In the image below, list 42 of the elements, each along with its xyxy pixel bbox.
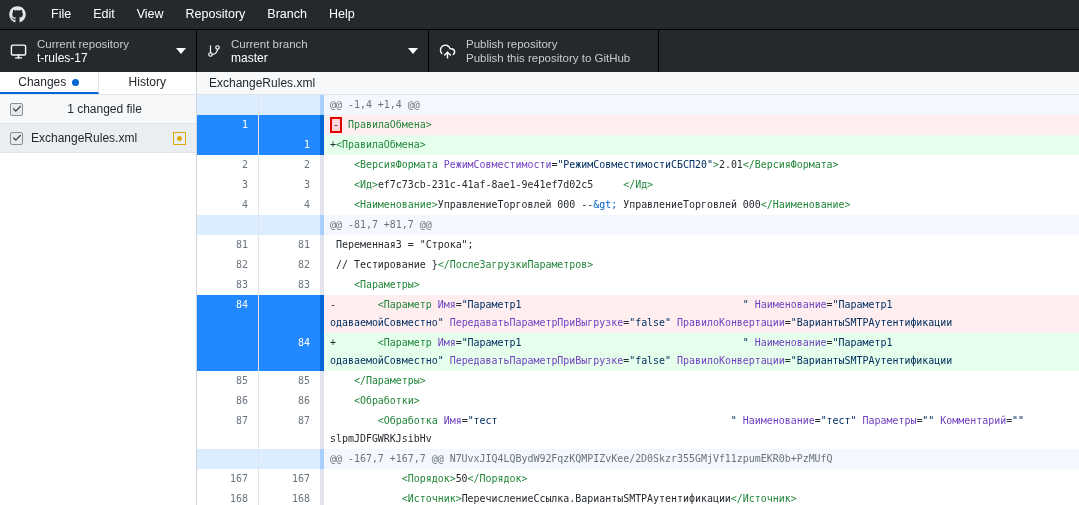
modified-icon	[173, 131, 186, 145]
menu-item[interactable]: Repository	[174, 5, 257, 24]
line-number[interactable]: 84	[197, 295, 259, 333]
file-name: ExchangeRules.xml	[31, 130, 139, 147]
changed-files-count: 1 changed file	[66, 101, 143, 118]
line-number[interactable]: 84	[259, 333, 320, 371]
menu-item[interactable]: Help	[317, 5, 366, 24]
hunk-header: @@ -167,7 +167,7 @@ N7UvxJIQ4LQBydW92FqzKQMPIZvKee/2D0Skzr355GMjVf11zpumEKR0b+PzMUfQ	[324, 449, 1079, 469]
caret-icon	[176, 48, 186, 54]
checkbox[interactable]	[10, 131, 23, 145]
gutter-cell	[197, 215, 259, 235]
branch-icon	[207, 44, 221, 58]
logo-icon	[9, 6, 26, 23]
toolbar-value: t-rules-17	[37, 51, 89, 65]
menu-item[interactable]: File	[40, 5, 83, 24]
toolbar-label: Current branch	[231, 37, 309, 51]
line-number[interactable]: 1	[197, 115, 259, 135]
gutter-cell	[197, 449, 259, 469]
hunk-header: @@ -1,4 +1,4 @@	[324, 95, 1079, 115]
hunk-header: @@ -81,7 +81,7 @@	[324, 215, 1079, 235]
gutter-cell[interactable]	[259, 295, 320, 333]
checkbox[interactable]	[10, 102, 23, 116]
monitor-icon	[10, 42, 27, 60]
toolbar-label: Current repository	[37, 37, 131, 51]
menu-item[interactable]: Branch	[256, 5, 318, 24]
menu-item[interactable]: Edit	[82, 5, 126, 24]
cloud-upload-icon	[439, 42, 456, 60]
gutter-cell[interactable]	[197, 135, 259, 155]
menu-item[interactable]: View	[125, 5, 175, 24]
line-number[interactable]: 1	[259, 135, 320, 155]
diff-header: ExchangeRules.xml	[197, 72, 1079, 95]
gutter-cell[interactable]	[259, 115, 320, 135]
gutter-cell	[259, 449, 320, 469]
file-list-item[interactable]: ExchangeRules.xml	[0, 124, 196, 153]
caret-icon	[408, 48, 418, 54]
toolbar-value: Publish this repository to GitHub	[466, 51, 632, 65]
gutter-cell	[259, 215, 320, 235]
gutter-cell[interactable]	[197, 333, 259, 371]
tab[interactable]: Changes	[0, 72, 99, 94]
toolbar-value: master	[231, 51, 269, 65]
toolbar-label: Publish repository	[466, 37, 559, 51]
gutter-cell	[259, 95, 320, 115]
